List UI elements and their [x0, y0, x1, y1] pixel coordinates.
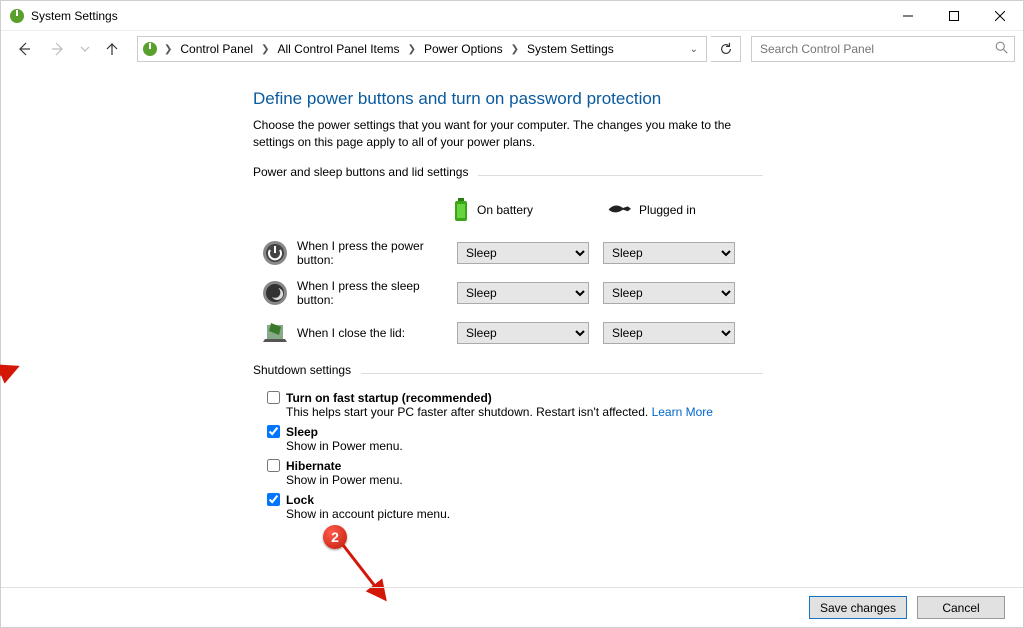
crumb-power-options[interactable]: Power Options [422, 42, 505, 56]
lock-title: Lock [286, 493, 314, 507]
content: Define power buttons and turn on passwor… [1, 67, 1023, 627]
column-headers: On battery Plugged in [253, 193, 1023, 227]
section-shutdown-label: Shutdown settings [253, 363, 351, 377]
cancel-button[interactable]: Cancel [917, 596, 1005, 619]
sleep-button-icon [261, 279, 289, 307]
search-input[interactable] [758, 41, 995, 57]
col-plugged-in: Plugged in [607, 203, 696, 217]
crumb-control-panel[interactable]: Control Panel [178, 42, 255, 56]
power-button-icon [261, 239, 289, 267]
lock-checkbox[interactable] [267, 493, 280, 506]
close-lid-plugged-select[interactable]: Sleep [603, 322, 735, 344]
lock-desc: Show in account picture menu. [286, 507, 1023, 521]
laptop-lid-icon [261, 319, 289, 347]
recent-dropdown[interactable] [77, 34, 93, 64]
chk-lock: Lock Show in account picture menu. [267, 493, 1023, 521]
close-button[interactable] [977, 1, 1023, 31]
search-icon[interactable] [995, 41, 1008, 57]
navbar: ❯ Control Panel ❯ All Control Panel Item… [1, 31, 1023, 67]
page-heading: Define power buttons and turn on passwor… [253, 89, 1023, 109]
chk-hibernate: Hibernate Show in Power menu. [267, 459, 1023, 487]
hibernate-title: Hibernate [286, 459, 341, 473]
sleep-title: Sleep [286, 425, 318, 439]
back-button[interactable] [9, 34, 39, 64]
page-intro: Choose the power settings that you want … [253, 117, 763, 151]
section-buttons-label: Power and sleep buttons and lid settings [253, 165, 468, 179]
divider [361, 373, 763, 374]
chk-sleep: Sleep Show in Power menu. [267, 425, 1023, 453]
col-battery-label: On battery [477, 203, 533, 217]
row-power-button-label: When I press the power button: [297, 239, 457, 267]
window: System Settings ❯ Control [0, 0, 1024, 628]
titlebar: System Settings [1, 1, 1023, 31]
search-box[interactable] [751, 36, 1015, 62]
power-button-battery-select[interactable]: Sleep [457, 242, 589, 264]
hibernate-checkbox[interactable] [267, 459, 280, 472]
save-button[interactable]: Save changes [809, 596, 907, 619]
buttons-row: Save changes Cancel [1, 587, 1023, 627]
row-close-lid-label: When I close the lid: [297, 326, 457, 340]
up-button[interactable] [97, 34, 127, 64]
learn-more-link[interactable]: Learn More [652, 405, 713, 419]
fast-startup-checkbox[interactable] [267, 391, 280, 404]
plug-icon [607, 204, 631, 216]
chevron-right-icon: ❯ [406, 44, 418, 55]
fast-startup-desc: This helps start your PC faster after sh… [286, 405, 648, 419]
hibernate-desc: Show in Power menu. [286, 473, 1023, 487]
chk-fast-startup: Turn on fast startup (recommended) This … [267, 391, 1023, 419]
sleep-checkbox[interactable] [267, 425, 280, 438]
chevron-down-icon[interactable]: ⌄ [686, 44, 702, 55]
forward-button[interactable] [43, 34, 73, 64]
power-button-plugged-select[interactable]: Sleep [603, 242, 735, 264]
row-power-button: When I press the power button: Sleep Sle… [253, 233, 1023, 273]
close-lid-battery-select[interactable]: Sleep [457, 322, 589, 344]
col-plugged-label: Plugged in [639, 203, 696, 217]
chevron-right-icon: ❯ [259, 44, 271, 55]
sleep-button-battery-select[interactable]: Sleep [457, 282, 589, 304]
refresh-button[interactable] [711, 36, 741, 62]
annotation-badge-2: 2 [323, 525, 347, 549]
divider [478, 175, 763, 176]
row-close-lid: When I close the lid: Sleep Sleep [253, 313, 1023, 353]
crumb-all-items[interactable]: All Control Panel Items [276, 42, 402, 56]
power-options-icon [142, 41, 158, 57]
chevron-right-icon: ❯ [162, 44, 174, 55]
crumb-system-settings[interactable]: System Settings [525, 42, 616, 56]
row-sleep-button: When I press the sleep button: Sleep Sle… [253, 273, 1023, 313]
maximize-button[interactable] [931, 1, 977, 31]
sleep-button-plugged-select[interactable]: Sleep [603, 282, 735, 304]
app-icon [9, 8, 25, 24]
minimize-button[interactable] [885, 1, 931, 31]
battery-icon [453, 198, 469, 222]
breadcrumb[interactable]: ❯ Control Panel ❯ All Control Panel Item… [137, 36, 707, 62]
sleep-desc: Show in Power menu. [286, 439, 1023, 453]
chevron-right-icon: ❯ [509, 44, 521, 55]
fast-startup-title: Turn on fast startup (recommended) [286, 391, 492, 405]
row-sleep-button-label: When I press the sleep button: [297, 279, 457, 307]
col-on-battery: On battery [453, 198, 533, 222]
window-title: System Settings [31, 9, 118, 23]
